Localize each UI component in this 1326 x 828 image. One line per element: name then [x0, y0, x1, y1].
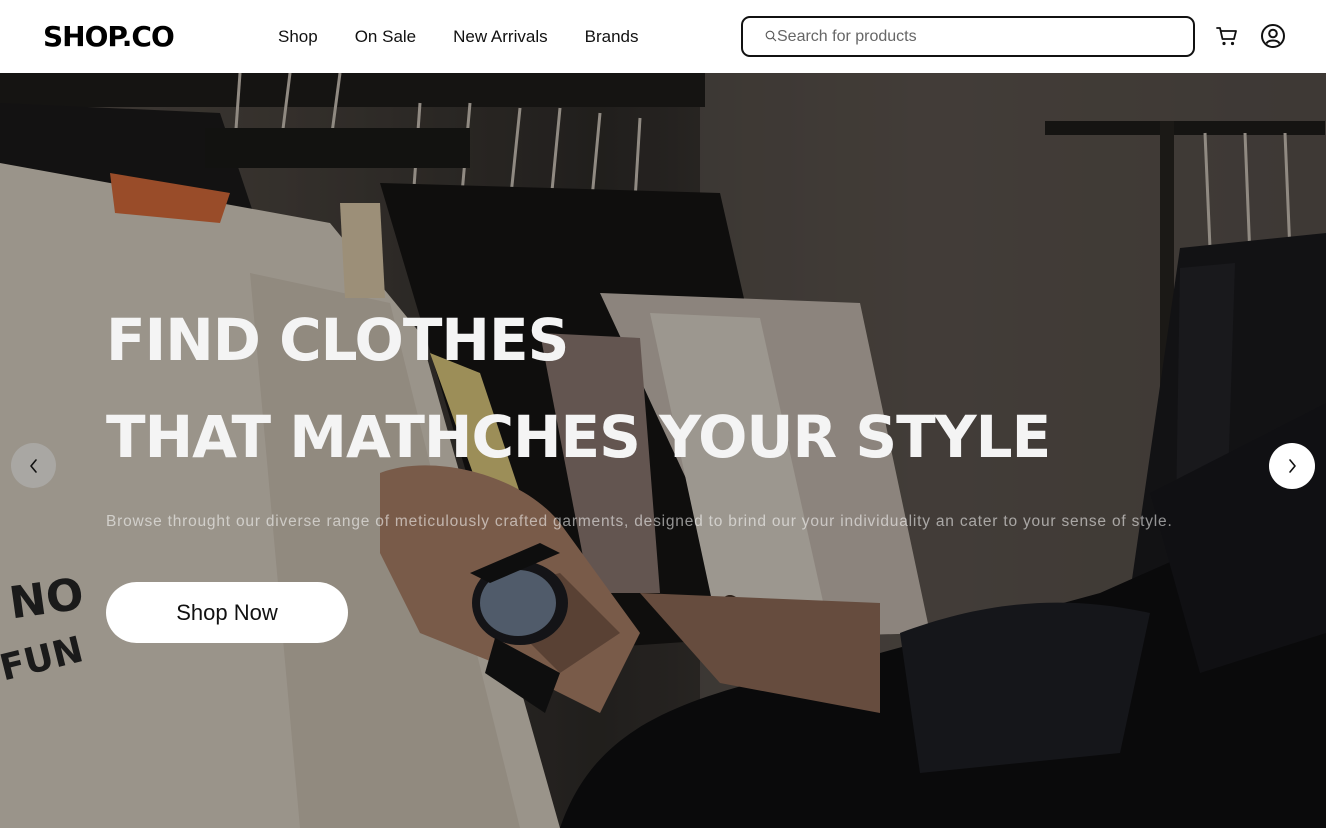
- nav-link-shop[interactable]: Shop: [278, 26, 318, 48]
- nav-link-new-arrivals[interactable]: New Arrivals: [453, 26, 547, 48]
- hero-banner: NO FUN FIND CLOTHES THAT MATHCHES YOUR S…: [0, 73, 1326, 828]
- hero-description: Browse throught our diverse range of met…: [106, 513, 1173, 530]
- search-box[interactable]: [741, 16, 1195, 57]
- chevron-right-icon: [1289, 459, 1296, 473]
- shop-now-button[interactable]: Shop Now: [106, 582, 348, 643]
- nav-link-on-sale[interactable]: On Sale: [355, 26, 416, 48]
- nav-link-brands[interactable]: Brands: [585, 26, 639, 48]
- hero-headline-line2: THAT MATHCHES YOUR STYLE: [106, 403, 1051, 471]
- chevron-left-icon: [29, 458, 37, 473]
- search-icon: [765, 30, 777, 42]
- main-nav: Shop On Sale New Arrivals Brands: [278, 26, 675, 48]
- hero-headline-line1: FIND CLOTHES: [106, 306, 569, 374]
- brand-logo[interactable]: SHOP.CO: [43, 18, 175, 56]
- cart-icon[interactable]: [1215, 25, 1239, 47]
- carousel-prev-button[interactable]: [11, 443, 56, 488]
- svg-text:FUN: FUN: [0, 629, 87, 683]
- account-icon[interactable]: [1260, 23, 1286, 49]
- svg-text:NO: NO: [6, 569, 87, 630]
- tshirt-print: NO FUN: [0, 569, 87, 683]
- carousel-next-button[interactable]: [1269, 443, 1315, 489]
- search-input[interactable]: [777, 26, 1177, 48]
- top-navbar: SHOP.CO Shop On Sale New Arrivals Brands: [0, 0, 1326, 73]
